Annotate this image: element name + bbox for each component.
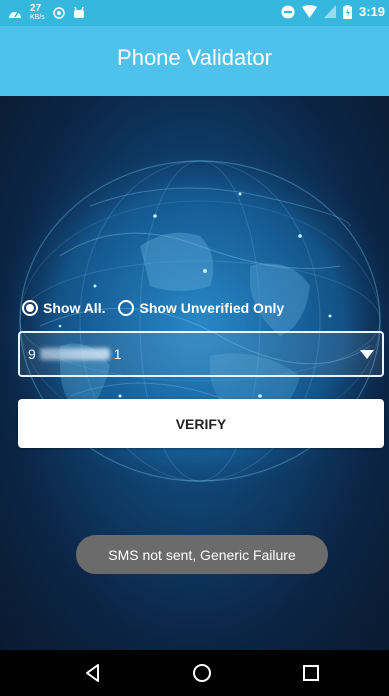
home-icon[interactable]: [192, 663, 212, 683]
do-not-disturb-icon: [281, 5, 295, 18]
back-icon[interactable]: [83, 663, 103, 683]
battery-icon: [342, 4, 352, 19]
phone-number-suffix: 1: [113, 346, 122, 362]
app-title: Phone Validator: [117, 45, 272, 70]
radio-show-unverified-label[interactable]: Show Unverified Only: [139, 300, 284, 316]
phone-number-redacted: [39, 348, 110, 360]
radio-show-all-label[interactable]: Show All.: [43, 300, 105, 316]
net-speed-unit: KB/s: [30, 14, 45, 21]
speedometer-icon: [9, 11, 21, 18]
radio-show-all-indicator[interactable]: [22, 300, 38, 316]
android-notification-icon: [73, 7, 84, 18]
phone-number-dropdown[interactable]: 9 1: [18, 331, 384, 377]
status-bar: 27 KB/s 3:19: [0, 0, 389, 26]
phone-number-prefix: 9: [28, 346, 36, 362]
dropdown-arrow-icon[interactable]: [360, 350, 374, 359]
circle-notification-icon: [53, 7, 65, 19]
radio-show-unverified[interactable]: Show Unverified Only: [118, 300, 284, 316]
verify-button[interactable]: VERIFY: [18, 399, 384, 448]
net-speed-value: 27: [30, 3, 42, 14]
toast-message: SMS not sent, Generic Failure: [76, 535, 328, 574]
wifi-icon: [301, 5, 317, 18]
radio-show-all[interactable]: Show All.: [22, 300, 105, 316]
clock: 3:19: [358, 4, 385, 19]
filter-radio-group: Show All. Show Unverified Only: [22, 300, 284, 316]
radio-show-unverified-indicator[interactable]: [118, 300, 135, 316]
recents-icon[interactable]: [301, 663, 321, 683]
main-content: Show All. Show Unverified Only 9 1 VERIF…: [0, 96, 389, 650]
app-bar: Phone Validator: [0, 26, 389, 96]
signal-icon: [323, 5, 336, 18]
navigation-bar: [0, 650, 389, 696]
net-speed: 27 KB/s: [30, 4, 45, 22]
